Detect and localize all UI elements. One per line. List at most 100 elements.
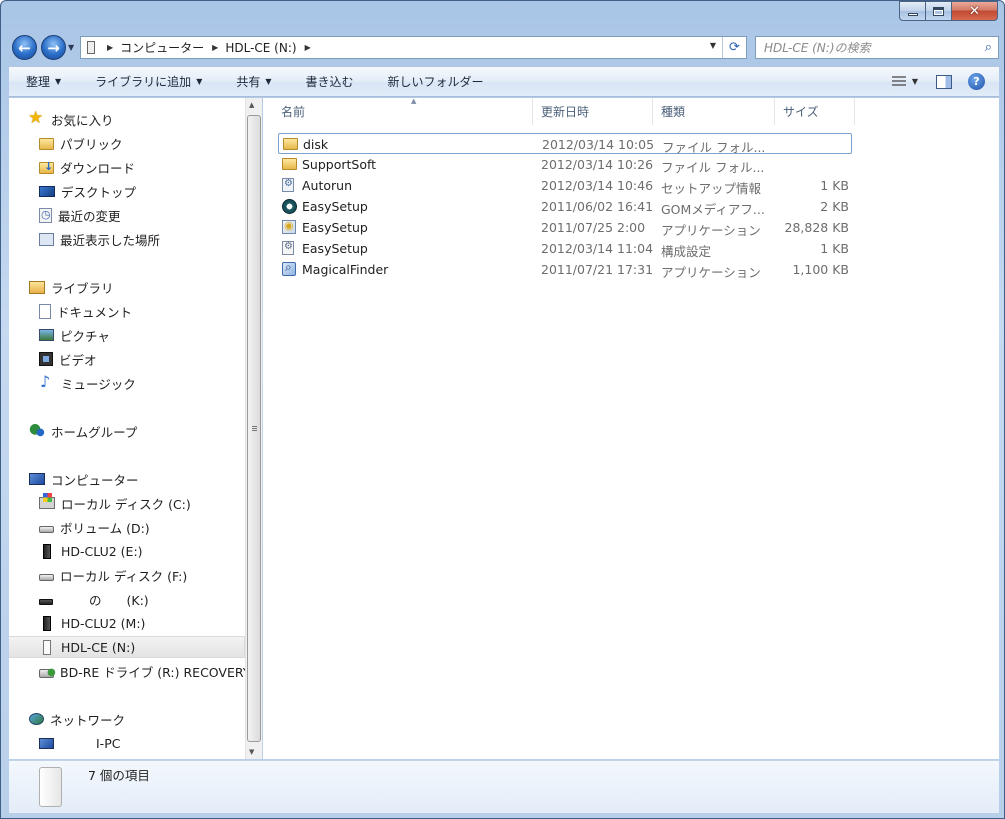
nav-item-pictures[interactable]: ピクチャ [39, 324, 110, 346]
search-box[interactable]: ⌕ [755, 36, 999, 59]
file-name: Autorun [302, 178, 353, 193]
file-date: 2011/06/02 16:41 [541, 199, 654, 214]
nav-homegroup[interactable]: ホームグループ [29, 420, 137, 442]
new-folder-button[interactable]: 新しいフォルダー [371, 67, 501, 96]
file-row[interactable]: EasySetup 2011/06/02 16:41 GOMメディアフ... 2 KB [278, 196, 852, 217]
file-row[interactable]: EasySetup 2012/03/14 11:04 構成設定 1 KB [278, 238, 852, 259]
drive-icon [87, 41, 95, 54]
download-folder-icon [39, 160, 54, 174]
nav-item-drive-e[interactable]: HD-CLU2 (E:) [39, 540, 143, 562]
video-icon [39, 352, 53, 366]
desktop-icon [39, 185, 55, 197]
command-bar: 整理 ▼ ライブラリに追加 ▼ 共有 ▼ 書き込む 新しいフォルダー ▼ ? [9, 66, 999, 97]
refresh-button[interactable]: ⟳ [722, 37, 746, 58]
preview-pane-icon[interactable] [936, 74, 952, 89]
search-icon[interactable]: ⌕ [985, 40, 992, 55]
file-row[interactable]: disk 2012/03/14 10:05 ファイル フォル... [278, 133, 852, 155]
details-pane: 7 個の項目 [9, 760, 999, 813]
nav-item-downloads[interactable]: ダウンロード [39, 156, 135, 178]
nav-item-public[interactable]: パブリック [39, 132, 123, 154]
search-input[interactable] [764, 40, 974, 55]
nav-item-pc[interactable]: I-PC [39, 732, 120, 754]
organize-button[interactable]: 整理 ▼ [9, 67, 78, 96]
chevron-right-icon[interactable]: ▶ [107, 43, 113, 52]
item-count: 7 個の項目 [88, 768, 150, 783]
nav-item-drive-k[interactable]: の (K:) [39, 588, 149, 610]
nav-item-music[interactable]: ミュージック [39, 372, 136, 394]
nav-network[interactable]: ネットワーク [29, 708, 125, 730]
network-icon [29, 713, 44, 725]
arrow-right-icon: → [47, 38, 60, 57]
nav-item-drive-d[interactable]: ボリューム (D:) [39, 516, 150, 538]
recent-places-icon [39, 232, 54, 246]
column-header-size[interactable]: サイズ [775, 98, 855, 125]
file-size: 28,828 KB [784, 220, 849, 235]
scroll-thumb[interactable] [247, 115, 261, 742]
scroll-up-icon[interactable]: ▲ [249, 101, 254, 109]
nav-item-documents[interactable]: ドキュメント [39, 300, 132, 322]
nav-item-desktop[interactable]: デスクトップ [39, 180, 136, 202]
nav-item-drive-c[interactable]: ローカル ディスク (C:) [39, 492, 191, 514]
file-row[interactable]: Autorun 2012/03/14 10:46 セットアップ情報 1 KB [278, 175, 852, 196]
nav-item-drive-f[interactable]: ローカル ディスク (F:) [39, 564, 187, 586]
file-type: 構成設定 [661, 244, 712, 259]
recent-pages-dropdown[interactable]: ▼ [68, 43, 74, 52]
system-drive-icon [39, 493, 55, 509]
close-button[interactable]: ✕ [952, 1, 998, 21]
file-type: アプリケーション [661, 223, 761, 238]
sort-ascending-icon: ▲ [411, 97, 417, 105]
nav-favorites[interactable]: お気に入り [28, 108, 114, 130]
nas-drive-icon [43, 639, 51, 655]
folder-icon [283, 138, 298, 150]
view-options-icon[interactable] [891, 75, 906, 88]
nav-item-drive-n[interactable]: HDL-CE (N:) [9, 636, 245, 658]
navigation-pane: お気に入り パブリック ダウンロード デスクトップ 最近の変更 最近表示した場所… [9, 98, 245, 759]
back-button[interactable]: ← [12, 35, 37, 60]
chevron-right-icon[interactable]: ▶ [305, 43, 311, 52]
nav-item-recent-changes[interactable]: 最近の変更 [39, 204, 121, 226]
bd-drive-icon [39, 667, 56, 678]
file-row[interactable]: EasySetup 2011/07/25 2:00 アプリケーション 28,828 K… [278, 217, 852, 238]
share-button[interactable]: 共有 ▼ [219, 67, 288, 96]
nav-item-recent-places[interactable]: 最近表示した場所 [39, 228, 160, 250]
scroll-down-icon[interactable]: ▼ [249, 748, 254, 756]
nav-item-drive-m[interactable]: HD-CLU2 (M:) [39, 612, 145, 634]
star-icon [28, 108, 45, 128]
chevron-down-icon: ▼ [265, 77, 272, 86]
file-size: 1 KB [820, 241, 849, 256]
column-header-date[interactable]: 更新日時 [533, 98, 653, 125]
nav-scrollbar[interactable]: ▲ ▼ [245, 98, 262, 759]
address-bar[interactable]: ▶ コンピューター ▶ HDL-CE (N:) ▶ ▼ ⟳ [80, 36, 747, 59]
column-header-name[interactable]: 名前 ▲ [273, 97, 533, 125]
chevron-right-icon[interactable]: ▶ [212, 43, 218, 52]
help-icon[interactable]: ? [968, 73, 985, 90]
nav-computer[interactable]: コンピューター [29, 468, 139, 490]
burn-button[interactable]: 書き込む [289, 67, 371, 96]
breadcrumb-drive[interactable]: ▶ HDL-CE (N:) ▶ [212, 41, 318, 55]
nav-item-drive-r[interactable]: BD-RE ドライブ (R:) RECOVERY [39, 660, 245, 682]
minimize-button[interactable] [899, 1, 926, 21]
file-row[interactable]: SupportSoft 2012/03/14 10:26 ファイル フォル... [278, 154, 852, 175]
add-to-library-button[interactable]: ライブラリに追加 ▼ [78, 67, 219, 96]
minimize-icon [907, 12, 918, 16]
address-dropdown-button[interactable]: ▼ [710, 41, 716, 50]
refresh-icon: ⟳ [729, 40, 740, 55]
file-type: アプリケーション [661, 265, 761, 280]
folder-icon [282, 158, 297, 170]
file-name: EasySetup [302, 241, 368, 256]
nav-item-videos[interactable]: ビデオ [39, 348, 97, 370]
chevron-down-icon: ▼ [196, 77, 203, 86]
application-icon [282, 219, 296, 234]
column-header-type[interactable]: 種類 [653, 98, 775, 125]
file-date: 2012/03/14 10:26 [541, 157, 654, 172]
nav-libraries[interactable]: ライブラリ [29, 276, 114, 298]
hard-drive-icon [39, 574, 54, 581]
maximize-button[interactable] [926, 1, 952, 21]
file-name: MagicalFinder [302, 262, 389, 277]
forward-button[interactable]: → [41, 35, 66, 60]
breadcrumb-computer[interactable]: ▶ コンピューター [107, 39, 212, 56]
file-list: 名前 ▲ 更新日時 種類 サイズ disk 2012/03/14 10:05 ファイ… [263, 97, 999, 759]
chevron-down-icon[interactable]: ▼ [912, 77, 918, 86]
maximize-icon [933, 6, 944, 16]
file-row[interactable]: MagicalFinder 2011/07/21 17:31 アプリケーション 1,1… [278, 259, 852, 280]
